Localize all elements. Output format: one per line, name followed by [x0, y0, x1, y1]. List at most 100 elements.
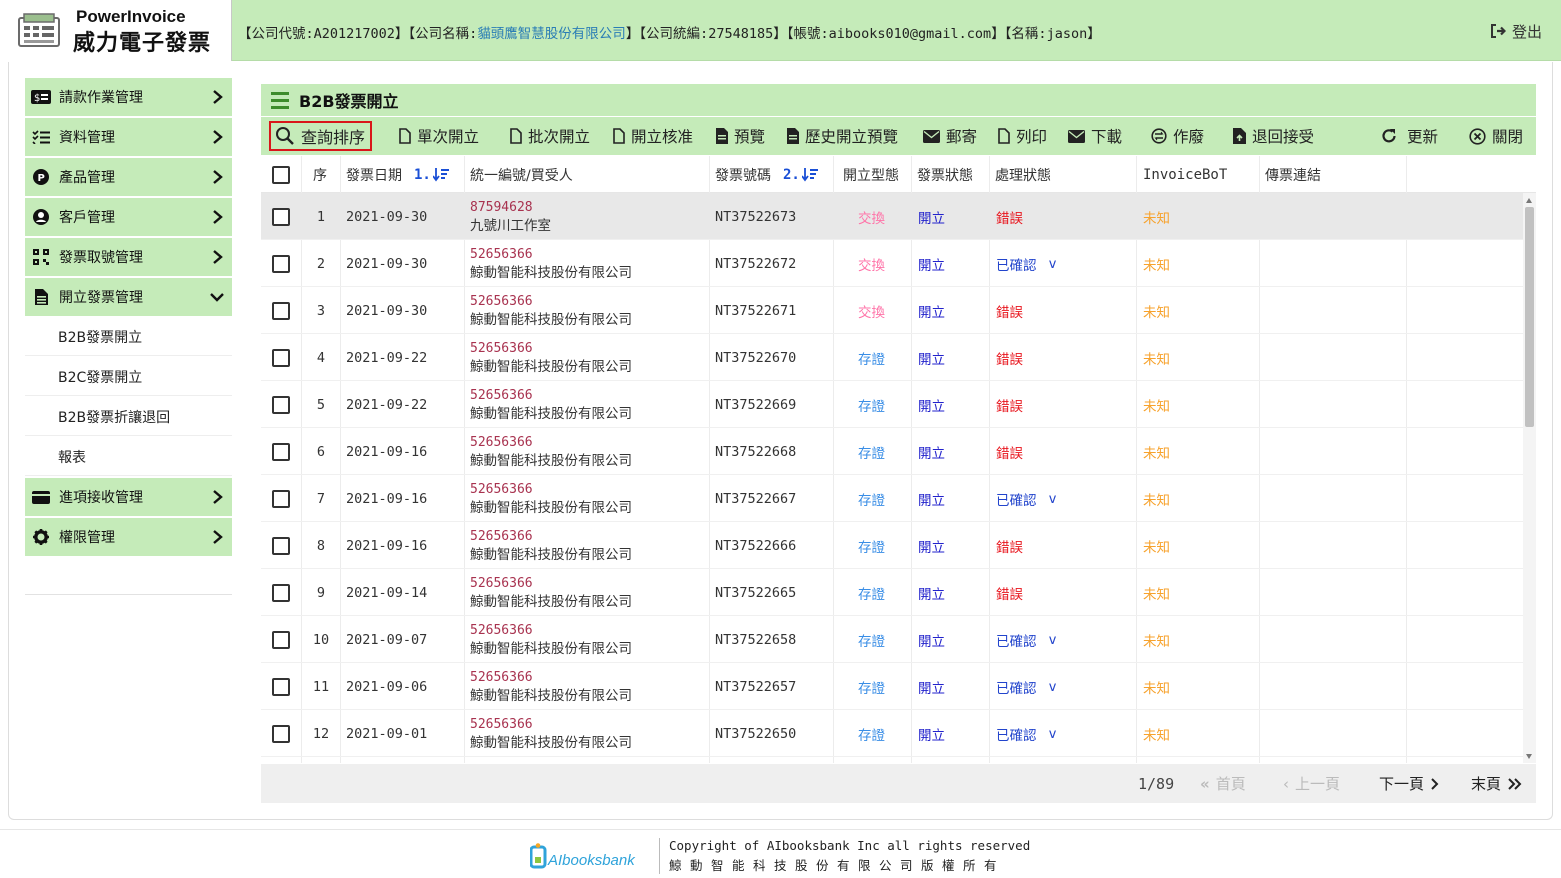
table-row[interactable]: 8 2021-09-16 52656366 鯨動智能科技股份有限公司 NT3752266… [261, 522, 1523, 569]
row-invoice-number[interactable]: NT37522672 [715, 240, 796, 287]
column-header-date[interactable]: 發票日期 1. [346, 156, 449, 193]
top-bar: PowerInvoice 威力電子發票 【公司代號:A201217002】【公司… [0, 0, 1561, 61]
last-page-button[interactable]: 末頁 [1471, 764, 1523, 803]
row-process-status[interactable]: 錯誤 [996, 522, 1023, 569]
select-all-checkbox[interactable] [272, 156, 290, 193]
row-invoice-number[interactable]: NT37522650 [715, 710, 796, 757]
scroll-up-arrow-icon[interactable] [1526, 198, 1532, 203]
row-invoice-number[interactable]: NT37522667 [715, 475, 796, 522]
print-button[interactable]: 列印 [998, 117, 1047, 155]
row-checkbox[interactable] [272, 334, 290, 381]
single-issue-button[interactable]: 單次開立 [399, 117, 479, 155]
scroll-down-arrow-icon[interactable] [1526, 754, 1532, 759]
query-sort-button[interactable]: 查詢排序 [269, 121, 373, 151]
column-header-process[interactable]: 處理狀態 [995, 156, 1051, 193]
scrollbar-thumb[interactable] [1525, 207, 1534, 427]
sidebar-item-data[interactable]: 資料管理 [25, 118, 232, 156]
return-accept-button[interactable]: 退回接受 [1233, 117, 1314, 155]
logout-button[interactable]: 登出 [1490, 21, 1542, 42]
row-invoice-number[interactable]: NT37522670 [715, 334, 796, 381]
row-process-status[interactable]: 錯誤 [996, 193, 1023, 240]
row-invoice-number[interactable]: NT37522665 [715, 569, 796, 616]
row-process-status[interactable]: 已確認 v [996, 663, 1057, 710]
sidebar-subitem-b2c-issue[interactable]: B2C發票開立 [25, 358, 232, 396]
column-header-number[interactable]: 發票號碼 2. [715, 156, 818, 193]
column-header-invoicebot[interactable]: InvoiceBoT [1143, 156, 1227, 193]
download-button[interactable]: 下載 [1068, 117, 1122, 155]
hamburger-menu-icon[interactable] [271, 91, 289, 109]
double-chevron-right-icon [1508, 777, 1522, 790]
prev-page-button[interactable]: ‹ 上一頁 [1283, 764, 1340, 803]
approve-issue-button[interactable]: 開立核准 [613, 117, 693, 155]
table-row[interactable]: 3 2021-09-30 52656366 鯨動智能科技股份有限公司 NT3752267… [261, 287, 1523, 334]
sidebar-subitem-b2b-issue[interactable]: B2B發票開立 [25, 318, 232, 356]
table-row[interactable]: 6 2021-09-16 52656366 鯨動智能科技股份有限公司 NT3752266… [261, 428, 1523, 475]
sidebar-item-invoice-number[interactable]: 發票取號管理 [25, 238, 232, 276]
table-row[interactable]: 2 2021-09-30 52656366 鯨動智能科技股份有限公司 NT3752267… [261, 240, 1523, 287]
sidebar-item-billing[interactable]: $ 請款作業管理 [25, 78, 232, 116]
column-header-link[interactable]: 傳票連結 [1265, 156, 1321, 193]
next-page-button[interactable]: 下一頁 [1379, 764, 1440, 803]
row-checkbox[interactable] [272, 522, 290, 569]
table-row[interactable]: 7 2021-09-16 52656366 鯨動智能科技股份有限公司 NT3752266… [261, 475, 1523, 522]
sidebar-subitem-report[interactable]: 報表 [25, 438, 232, 476]
row-process-status[interactable]: 已確認 v [996, 616, 1057, 663]
row-process-status[interactable]: 錯誤 [996, 428, 1023, 475]
void-button[interactable]: 作廢 [1151, 117, 1204, 155]
table-row[interactable]: 1 2021-09-30 87594628 九號川工作室 NT37522673 交換 開立 錯… [261, 193, 1523, 240]
sidebar-item-issue-invoice[interactable]: 開立發票管理 [25, 278, 232, 316]
row-checkbox[interactable] [272, 428, 290, 475]
column-header-type[interactable]: 開立型態 [843, 156, 899, 193]
row-invoice-number[interactable]: NT37522673 [715, 193, 796, 240]
row-checkbox[interactable] [272, 381, 290, 428]
table-scrollbar[interactable] [1523, 193, 1536, 763]
row-checkbox[interactable] [272, 616, 290, 663]
row-invoice-number[interactable]: NT37522666 [715, 522, 796, 569]
table-row[interactable]: 9 2021-09-14 52656366 鯨動智能科技股份有限公司 NT3752266… [261, 569, 1523, 616]
table-row[interactable]: 10 2021-09-07 52656366 鯨動智能科技股份有限公司 NT375226… [261, 616, 1523, 663]
row-process-status[interactable]: 錯誤 [996, 569, 1023, 616]
sidebar-subitem-b2b-allowance[interactable]: B2B發票折讓退回 [25, 398, 232, 436]
row-process-status[interactable]: 已確認 v [996, 240, 1057, 287]
app-logo[interactable]: PowerInvoice 威力電子發票 [0, 0, 232, 61]
row-checkbox[interactable] [272, 240, 290, 287]
batch-issue-button[interactable]: 批次開立 [510, 117, 590, 155]
table-row[interactable]: 12 2021-09-01 52656366 鯨動智能科技股份有限公司 NT375226… [261, 710, 1523, 757]
row-process-status[interactable]: 錯誤 [996, 287, 1023, 334]
row-invoice-number[interactable]: NT37522669 [715, 381, 796, 428]
column-header-seq[interactable]: 序 [313, 156, 327, 193]
row-invoice-number[interactable]: NT37522668 [715, 428, 796, 475]
refresh-button[interactable]: 更新 [1381, 117, 1438, 155]
row-checkbox[interactable] [272, 569, 290, 616]
history-preview-button[interactable]: 歷史開立預覽 [787, 117, 898, 155]
row-process-status[interactable]: 錯誤 [996, 334, 1023, 381]
row-checkbox[interactable] [272, 663, 290, 710]
table-row[interactable]: 4 2021-09-22 52656366 鯨動智能科技股份有限公司 NT3752267… [261, 334, 1523, 381]
row-checkbox[interactable] [272, 475, 290, 522]
row-invoice-number[interactable]: NT37522671 [715, 287, 796, 334]
sidebar-item-customer[interactable]: 客戶管理 [25, 198, 232, 236]
table-row[interactable]: 11 2021-09-06 52656366 鯨動智能科技股份有限公司 NT375226… [261, 663, 1523, 710]
column-header-status[interactable]: 發票狀態 [917, 156, 973, 193]
row-checkbox[interactable] [272, 193, 290, 240]
first-page-button[interactable]: « 首頁 [1200, 764, 1246, 803]
company-name-link[interactable]: 貓頭鷹智慧股份有限公司 [477, 26, 626, 42]
sidebar-item-product[interactable]: P 產品管理 [25, 158, 232, 196]
row-process-status[interactable]: 錯誤 [996, 381, 1023, 428]
row-date: 2021-09-14 [346, 584, 428, 601]
tax-id: 27548185 [708, 26, 774, 42]
envelope-icon [923, 129, 940, 143]
preview-button[interactable]: 預覽 [716, 117, 765, 155]
sidebar-item-permission[interactable]: 權限管理 [25, 518, 232, 556]
row-checkbox[interactable] [272, 710, 290, 757]
close-button[interactable]: 關閉 [1469, 117, 1523, 155]
row-process-status[interactable]: 已確認 v [996, 710, 1057, 757]
sidebar-item-incoming[interactable]: 進項接收管理 [25, 478, 232, 516]
row-process-status[interactable]: 已確認 v [996, 475, 1057, 522]
table-row[interactable]: 5 2021-09-22 52656366 鯨動智能科技股份有限公司 NT3752266… [261, 381, 1523, 428]
mail-button[interactable]: 郵寄 [923, 117, 977, 155]
row-invoice-number[interactable]: NT37522657 [715, 663, 796, 710]
column-header-buyer[interactable]: 統一編號/買受人 [470, 156, 573, 193]
row-invoice-number[interactable]: NT37522658 [715, 616, 796, 663]
row-checkbox[interactable] [272, 287, 290, 334]
